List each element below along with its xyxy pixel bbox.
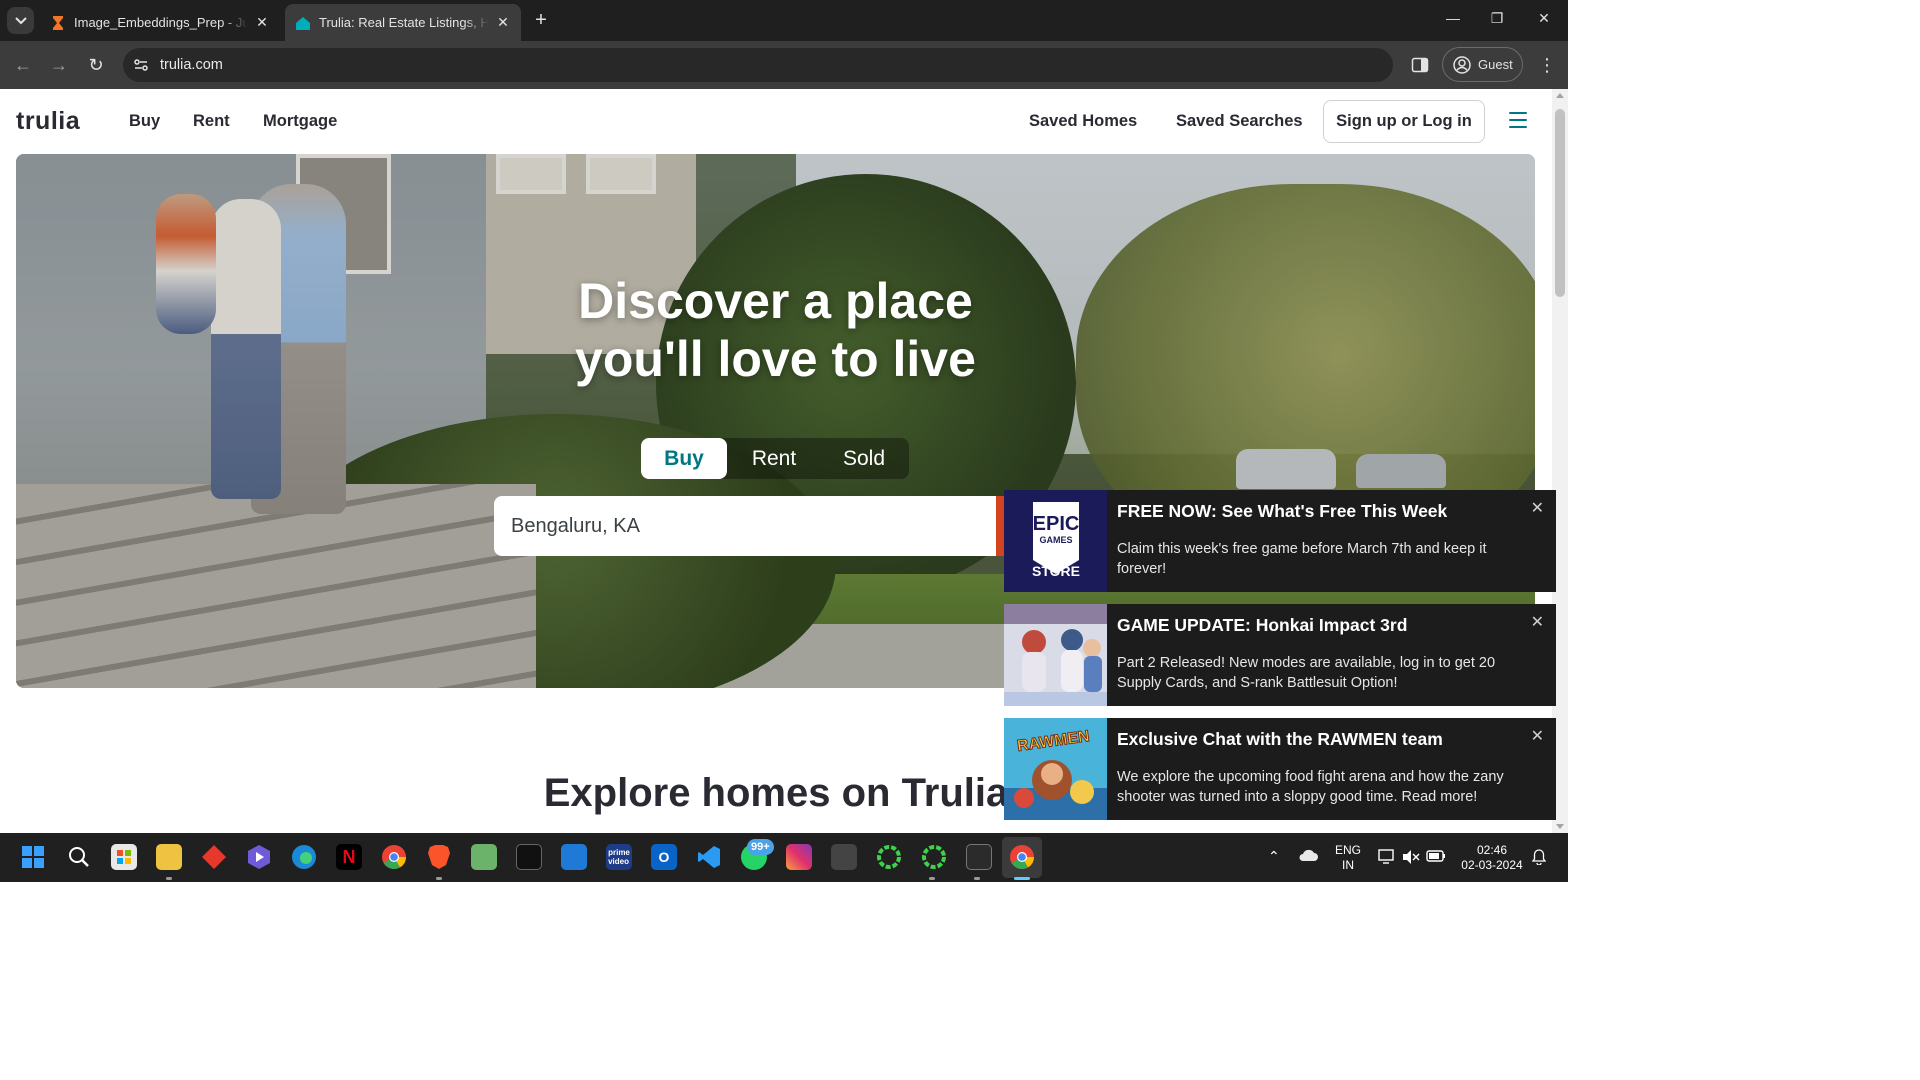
battery-icon[interactable]: [1426, 849, 1446, 867]
back-arrow-icon[interactable]: ←: [13, 55, 33, 75]
notification-message: Claim this week's free game before March…: [1117, 541, 1487, 577]
netflix-icon[interactable]: N: [336, 844, 362, 870]
hero-title: Discover a place you'll love to live: [575, 273, 976, 387]
nav-mortgage[interactable]: Mortgage: [263, 112, 337, 131]
search-icon[interactable]: [66, 844, 92, 870]
nav-rent[interactable]: Rent: [193, 112, 230, 131]
language-indicator[interactable]: ENG IN: [1334, 843, 1362, 873]
close-notification-icon[interactable]: ✕: [1531, 498, 1544, 518]
site-header: trulia Buy Rent Mortgage Saved Homes Sav…: [0, 89, 1552, 154]
chrome-active-icon[interactable]: [1009, 844, 1035, 870]
tab-trulia[interactable]: Trulia: Real Estate Listings, Homes ✕: [285, 4, 521, 41]
profile-label: Guest: [1478, 57, 1513, 72]
minimize-icon[interactable]: —: [1443, 10, 1463, 26]
app-blue-icon[interactable]: [561, 844, 587, 870]
chevron-up-icon[interactable]: ⌃: [1268, 849, 1280, 864]
svg-text:GAMES: GAMES: [1039, 535, 1072, 545]
instagram-icon[interactable]: [786, 844, 812, 870]
epic-games-store-logo: EPIC GAMES STORE: [1004, 490, 1107, 592]
brave-icon[interactable]: [426, 844, 452, 870]
search-type-tabs: Buy Rent Sold: [641, 438, 909, 479]
browser-toolbar: ← → ↻ trulia.com Guest ⋮: [0, 41, 1568, 89]
volume-muted-icon[interactable]: [1402, 849, 1420, 869]
tab-jupyter[interactable]: Image_Embeddings_Prep - Jupyter ✕: [40, 4, 280, 41]
windows-taskbar: N prime video O 99+ ⌃ ENG IN 02:46 02-03…: [0, 833, 1568, 882]
notification-message: Part 2 Released! New modes are available…: [1117, 655, 1496, 691]
tab-rent[interactable]: Rent: [731, 438, 817, 479]
whatsapp-unread-badge: 99+: [747, 839, 774, 855]
close-notification-icon[interactable]: ✕: [1531, 612, 1544, 632]
trulia-logo[interactable]: trulia: [16, 107, 80, 136]
svg-text:EPIC: EPIC: [1033, 513, 1080, 535]
nav-saved-homes[interactable]: Saved Homes: [1029, 112, 1137, 131]
app-window-icon[interactable]: [831, 844, 857, 870]
hourglass-icon: [53, 15, 63, 30]
clock[interactable]: 02:46 02-03-2024: [1458, 843, 1526, 873]
outlook-icon[interactable]: O: [651, 844, 677, 870]
tab-buy[interactable]: Buy: [641, 438, 727, 479]
display-icon[interactable]: [1378, 849, 1396, 869]
terminal-icon[interactable]: [516, 844, 542, 870]
svg-text:STORE: STORE: [1032, 563, 1080, 579]
tab-title: Trulia: Real Estate Listings, Homes: [319, 15, 489, 30]
store-icon[interactable]: [111, 844, 137, 870]
trulia-house-icon: [296, 16, 310, 30]
app-chart-icon[interactable]: [471, 844, 497, 870]
terminal-icon[interactable]: [966, 844, 992, 870]
notification-bell-icon[interactable]: [1531, 849, 1547, 869]
scroll-up-icon[interactable]: [1556, 93, 1564, 98]
location-search-box: [494, 496, 1014, 556]
forward-arrow-icon[interactable]: →: [49, 55, 69, 75]
scroll-down-icon[interactable]: [1556, 824, 1564, 829]
notification-title: Exclusive Chat with the RAWMEN team: [1117, 729, 1443, 749]
chevron-down-icon: [14, 16, 27, 24]
edge-icon[interactable]: [291, 844, 317, 870]
notification-title: GAME UPDATE: Honkai Impact 3rd: [1117, 615, 1408, 635]
sign-up-login-button[interactable]: Sign up or Log in: [1323, 100, 1485, 143]
onedrive-cloud-icon[interactable]: [1298, 848, 1318, 866]
notification-message: We explore the upcoming food fight arena…: [1117, 769, 1504, 805]
new-tab-button[interactable]: +: [530, 10, 552, 32]
site-info-icon[interactable]: [133, 57, 149, 73]
app-red-diamond-icon[interactable]: [201, 844, 227, 870]
tab-title: Image_Embeddings_Prep - Jupyter: [74, 15, 248, 30]
rawmen-thumbnail: RAWMEN: [1004, 718, 1107, 820]
file-explorer-icon[interactable]: [156, 844, 182, 870]
app-green-ring-icon[interactable]: [876, 844, 902, 870]
tab-close-icon[interactable]: ✕: [254, 14, 270, 31]
honkai-impact-thumbnail: [1004, 604, 1107, 706]
notification-title: FREE NOW: See What's Free This Week: [1117, 501, 1448, 521]
notification-epic-free-games[interactable]: EPIC GAMES STORE FREE NOW: See What's Fr…: [1004, 490, 1556, 592]
scrollbar-thumb[interactable]: [1555, 109, 1565, 297]
notification-honkai-update[interactable]: GAME UPDATE: Honkai Impact 3rd Part 2 Re…: [1004, 604, 1556, 706]
vscode-icon[interactable]: [696, 844, 722, 870]
nav-saved-searches[interactable]: Saved Searches: [1176, 112, 1303, 131]
nav-buy[interactable]: Buy: [129, 112, 160, 131]
prime-video-icon[interactable]: prime video: [606, 844, 632, 870]
account-circle-icon: [1453, 55, 1471, 74]
windows-start-icon[interactable]: [20, 844, 46, 870]
menu-icon[interactable]: [1509, 112, 1527, 128]
profile-button[interactable]: Guest: [1442, 47, 1523, 82]
close-window-icon[interactable]: ✕: [1534, 10, 1554, 27]
reload-icon[interactable]: ↻: [86, 55, 106, 75]
tab-close-icon[interactable]: ✕: [495, 14, 511, 31]
chrome-icon[interactable]: [381, 844, 407, 870]
address-bar[interactable]: trulia.com: [123, 48, 1393, 82]
app-green-ring-icon[interactable]: [921, 844, 947, 870]
tab-search-button[interactable]: [7, 7, 34, 34]
more-options-icon[interactable]: ⋮: [1538, 54, 1556, 76]
browser-tab-strip: Image_Embeddings_Prep - Jupyter ✕ Trulia…: [0, 0, 1568, 41]
notification-rawmen-chat[interactable]: RAWMEN Exclusive Chat with the RAWMEN te…: [1004, 718, 1556, 820]
restore-icon[interactable]: ❐: [1487, 10, 1507, 27]
tab-sold[interactable]: Sold: [821, 438, 907, 479]
app-purple-icon[interactable]: [246, 844, 272, 870]
close-notification-icon[interactable]: ✕: [1531, 726, 1544, 746]
url-text: trulia.com: [160, 57, 223, 73]
side-panel-icon[interactable]: [1411, 56, 1429, 74]
location-search-input[interactable]: [511, 496, 991, 556]
